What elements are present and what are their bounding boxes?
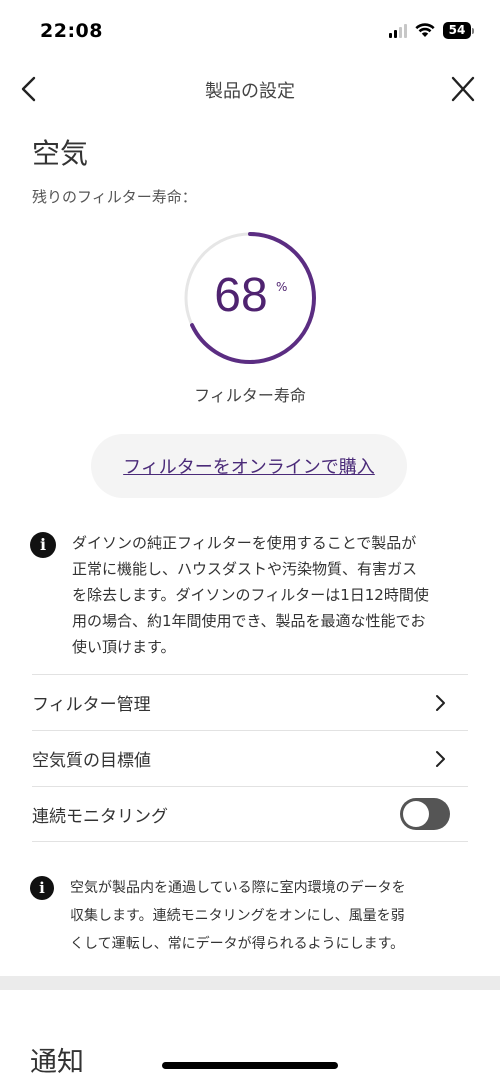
status-icons: 54 (389, 22, 474, 39)
info-icon: i (30, 876, 54, 900)
monitoring-info-line: くして運転し、常にデータが得られるようにします。 (70, 936, 405, 952)
menu-item-label: 連続モニタリング (32, 806, 168, 827)
chevron-right-icon (436, 694, 445, 711)
status-bar: 22:08 54 (0, 0, 500, 62)
menu-item-continuous-monitoring: 連続モニタリング (32, 786, 468, 842)
filter-life-gauge: 68 % (180, 228, 320, 368)
filter-info-text: ダイソンの純正フィルターを使用することで製品が 正常に機能し、ハウスダストや汚染… (72, 530, 429, 660)
buy-filter-online-label[interactable]: フィルターをオンラインで購入 (123, 453, 375, 479)
continuous-monitoring-toggle[interactable] (400, 798, 450, 830)
nav-bar: 製品の設定 (0, 62, 500, 116)
filter-info-block: i ダイソンの純正フィルターを使用することで製品が 正常に機能し、ハウスダストや… (30, 530, 470, 660)
battery-icon: 54 (443, 22, 474, 39)
toggle-knob (403, 801, 429, 827)
monitoring-info-line: 空気が製品内を通過している際に室内環境のデータを (70, 880, 406, 896)
menu-item-label: フィルター管理 (32, 695, 151, 715)
section-divider (0, 976, 500, 990)
filter-info-line: 用の場合、約1年間使用でき、製品を最適な性能でお (72, 612, 426, 630)
menu-item-filter-management[interactable]: フィルター管理 (32, 674, 468, 730)
home-indicator[interactable] (162, 1062, 338, 1069)
info-icon: i (30, 532, 56, 558)
filter-life-value: 68 (214, 269, 268, 322)
menu-item-label: 空気質の目標値 (32, 751, 151, 771)
close-icon (451, 76, 475, 102)
air-section-title: 空気 (32, 137, 89, 170)
filter-info-line: を除去します。ダイソンのフィルターは1日12時間使 (72, 586, 429, 604)
gauge-caption: フィルター寿命 (194, 386, 306, 405)
status-time: 22:08 (40, 20, 103, 42)
page-title: 製品の設定 (205, 81, 295, 102)
close-button[interactable] (448, 73, 478, 105)
monitoring-info-text: 空気が製品内を通過している際に室内環境のデータを 収集します。連続モニタリングを… (70, 874, 406, 958)
notifications-section-title: 通知 (30, 1047, 84, 1078)
battery-level: 54 (443, 22, 471, 39)
filter-life-label: 残りのフィルター寿命： (32, 188, 197, 206)
cellular-signal-icon (389, 23, 407, 38)
menu-item-air-quality-target[interactable]: 空気質の目標値 (32, 730, 468, 786)
filter-info-line: 正常に機能し、ハウスダストや汚染物質、有害ガス (72, 560, 418, 578)
filter-life-unit: % (276, 280, 288, 294)
buy-filter-online-button[interactable]: フィルターをオンラインで購入 (91, 434, 407, 498)
monitoring-info-block: i 空気が製品内を通過している際に室内環境のデータを 収集します。連続モニタリン… (30, 874, 470, 958)
wifi-icon (415, 23, 435, 37)
filter-info-line: ダイソンの純正フィルターを使用することで製品が (72, 534, 417, 552)
filter-info-line: 使い頂けます。 (72, 638, 176, 656)
monitoring-info-line: 収集します。連続モニタリングをオンにし、風量を弱 (70, 908, 405, 924)
chevron-right-icon (436, 750, 445, 767)
